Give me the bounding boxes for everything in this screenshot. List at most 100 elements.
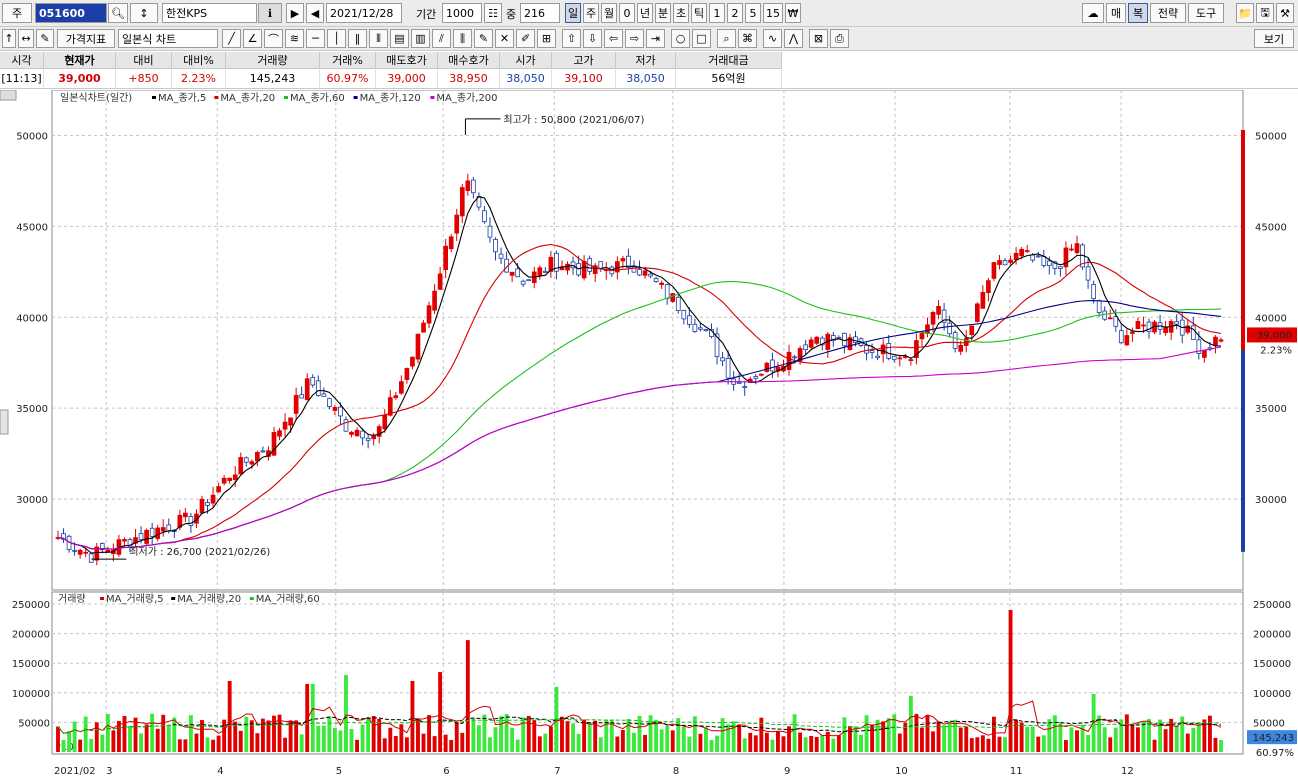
middle-input[interactable]: 216 — [520, 3, 560, 23]
erase-tool-icon[interactable]: ✕ — [495, 29, 514, 48]
candle-body — [725, 358, 731, 379]
stock-chart[interactable]: 2021/02 3 4 5 6 7 8 9 10 11 12 30000 30000 35000 35000… — [0, 90, 1298, 776]
arc-tool-icon[interactable]: ⌒ — [264, 29, 283, 48]
volume-bar — [1169, 718, 1174, 752]
interval-button[interactable]: 15 — [763, 3, 783, 23]
peak-icon[interactable]: ⋀ — [784, 29, 803, 48]
volume-bar — [1141, 721, 1146, 752]
wave-icon[interactable]: ∿ — [763, 29, 782, 48]
angle-tool-icon[interactable]: ∠ — [243, 29, 262, 48]
interval-button[interactable]: ₩ — [785, 3, 801, 23]
fan-tool-icon[interactable]: ≋ — [285, 29, 304, 48]
candle-body — [736, 382, 742, 384]
stock-code-input[interactable]: 051600 — [35, 3, 107, 23]
candle-body — [1002, 260, 1008, 266]
rect-tool-icon[interactable]: □ — [692, 29, 711, 48]
period-input[interactable]: 1000 — [442, 3, 482, 23]
arrow-up-icon[interactable]: ⇧ — [562, 29, 581, 48]
toolbar-button[interactable]: 매 — [1106, 3, 1126, 23]
prev-arrow-icon[interactable]: ◀ — [306, 3, 324, 23]
info-badge[interactable]: ℹ — [258, 3, 282, 23]
cycle-tool-icon[interactable]: ⦀ — [369, 29, 388, 48]
end-icon[interactable]: ⇥ — [646, 29, 665, 48]
interval-button[interactable]: 월 — [601, 3, 617, 23]
search-icon[interactable]: 🔍︎ — [108, 3, 128, 23]
next-arrow-icon[interactable]: ▶ — [286, 3, 304, 23]
marker-tool-icon[interactable]: ✐ — [516, 29, 535, 48]
stock-name-field[interactable]: 한전KPS — [162, 3, 257, 23]
folder-icon[interactable]: 📁 — [1236, 3, 1254, 23]
volume-bar — [1036, 736, 1041, 752]
interval-button[interactable]: 2 — [727, 3, 743, 23]
volume-bar — [953, 719, 958, 752]
volume-bar — [820, 735, 825, 752]
arrow-right-icon[interactable]: ⇨ — [625, 29, 644, 48]
expand-icon[interactable]: ↔ — [18, 29, 34, 48]
pitchfork-tool-icon[interactable]: ⫼ — [453, 29, 472, 48]
zoom-tool-icon[interactable]: ⌕ — [717, 29, 736, 48]
interval-button[interactable]: 주 — [583, 3, 599, 23]
up-arrow-icon[interactable]: ↑ — [2, 29, 16, 48]
grid-icon[interactable]: ☷ — [484, 3, 502, 23]
print-icon[interactable]: ⚒ — [1276, 3, 1294, 23]
date-field[interactable]: 2021/12/28 — [326, 3, 402, 23]
volume-bar — [958, 727, 963, 752]
candle-body — [1024, 250, 1030, 253]
view-button[interactable]: 보기 — [1254, 29, 1294, 48]
x-tick-label: 10 — [895, 766, 908, 776]
interval-button[interactable]: 초 — [673, 3, 689, 23]
line-tool-icon[interactable]: ╱ — [222, 29, 241, 48]
quote-value: 38,050 — [616, 70, 676, 88]
volume-bar — [1113, 727, 1118, 752]
pen-tool-icon[interactable]: ✎ — [474, 29, 493, 48]
edit-icon[interactable]: ✎ — [36, 29, 54, 48]
candle-body — [243, 457, 249, 463]
toolbar-button[interactable]: 전략 — [1150, 3, 1186, 23]
settings-icon[interactable]: ⌘ — [738, 29, 757, 48]
arrow-left-icon[interactable]: ⇦ — [604, 29, 623, 48]
candle-body — [183, 512, 188, 518]
interval-button[interactable]: 1 — [709, 3, 725, 23]
interval-button[interactable]: 년 — [637, 3, 653, 23]
y-tick-label-right: 40000 — [1255, 313, 1287, 324]
toolbar-button[interactable]: 복 — [1128, 3, 1148, 23]
fibo-tool-icon[interactable]: ▤ — [390, 29, 409, 48]
interval-button[interactable]: 틱 — [691, 3, 707, 23]
interval-button[interactable]: 분 — [655, 3, 671, 23]
circle-tool-icon[interactable]: ○ — [671, 29, 690, 48]
market-type-button[interactable]: 주 — [2, 3, 32, 23]
toolbar-button[interactable]: 도구 — [1188, 3, 1224, 23]
channel-tool-icon[interactable]: ⫽ — [432, 29, 451, 48]
vline-tool-icon[interactable]: │ — [327, 29, 346, 48]
hline-tool-icon[interactable]: ─ — [306, 29, 325, 48]
parallel-tool-icon[interactable]: ‖ — [348, 29, 367, 48]
grid-tool-icon[interactable]: ▥ — [411, 29, 430, 48]
price-legend-title: 일본식차트(일간) — [60, 92, 132, 104]
candle-body — [520, 280, 526, 285]
interval-button[interactable]: 일 — [565, 3, 581, 23]
indicator-button[interactable]: 가격지표 — [57, 29, 115, 48]
volume-bar — [382, 738, 387, 752]
table-tool-icon[interactable]: ⊞ — [537, 29, 556, 48]
volume-bar — [255, 733, 260, 752]
chart-type-select[interactable]: 일본식 차트 — [118, 29, 218, 48]
volume-bar — [222, 719, 227, 752]
interval-button[interactable]: 5 — [745, 3, 761, 23]
quote-header: 저가 — [616, 52, 676, 69]
volume-bar — [969, 738, 974, 752]
quote-value: 145,243 — [226, 70, 320, 88]
quote-value: 2.23% — [172, 70, 226, 88]
export-icon[interactable]: ⊠ — [809, 29, 828, 48]
print-icon[interactable]: ⎙ — [830, 29, 849, 48]
cloud-icon[interactable]: ☁ — [1082, 3, 1104, 23]
current-price-text: 39,000 — [1257, 330, 1292, 341]
volume-bar — [1014, 719, 1019, 752]
candle-body — [1074, 243, 1080, 254]
candle-body — [565, 263, 570, 271]
interval-button[interactable]: 0 — [619, 3, 635, 23]
volume-bar — [476, 725, 481, 752]
sort-icon[interactable]: ↕ — [130, 3, 158, 23]
save-icon[interactable]: 🖫 — [1256, 3, 1274, 23]
arrow-down-icon[interactable]: ⇩ — [583, 29, 602, 48]
volume-bar — [1191, 728, 1196, 752]
